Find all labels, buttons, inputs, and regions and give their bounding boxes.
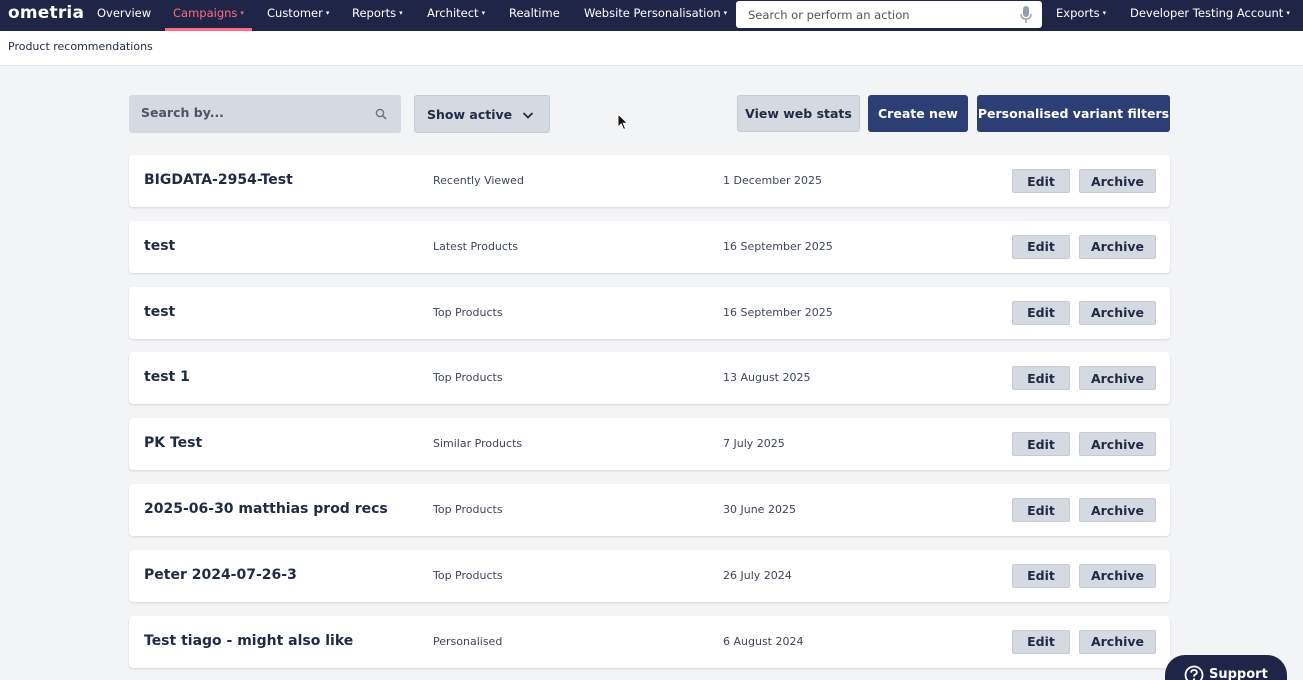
nav-account[interactable]: Developer Testing Account ▾ [1130, 0, 1290, 31]
nav-overview[interactable]: Overview [97, 0, 151, 31]
caret-down-icon: ▾ [240, 9, 244, 17]
global-search-input[interactable] [748, 7, 1018, 22]
list-item: 2025-06-30 matthias prod recs Top Product… [129, 484, 1170, 536]
recommendation-name[interactable]: 2025-06-30 matthias prod recs [144, 501, 388, 517]
recommendation-date: 7 July 2025 [723, 437, 785, 451]
recommendation-type: Latest Products [433, 239, 518, 253]
archive-button[interactable]: Archive [1079, 563, 1156, 588]
support-label: Support [1209, 667, 1268, 680]
recommendation-date: 1 December 2025 [723, 174, 823, 187]
nav-customer[interactable]: Customer ▾ [267, 0, 329, 31]
page-title: Product recommendations [8, 40, 153, 53]
recommendation-type: Similar Products [433, 437, 523, 451]
recommendation-date: 13 August 2025 [723, 371, 811, 385]
archive-button[interactable]: Archive [1079, 169, 1156, 193]
create-new-button[interactable]: Create new [868, 95, 968, 132]
search-icon [375, 108, 387, 120]
view-web-stats-button[interactable]: View web stats [737, 95, 860, 132]
recommendation-name[interactable]: BIGDATA-2954-Test [144, 172, 293, 188]
support-button[interactable]: Support [1165, 655, 1287, 680]
recommendation-type: Top Products [433, 568, 503, 582]
recommendation-name[interactable]: Test tiago - might also like [144, 633, 353, 649]
recommendation-type: Top Products [433, 503, 503, 516]
recommendation-type: Top Products [433, 371, 503, 385]
caret-down-icon: ▾ [325, 9, 330, 17]
caret-down-icon: ▾ [1286, 9, 1290, 17]
list-item: test Top Products 16 September 2025 Edit Arc… [129, 286, 1170, 339]
status-filter-value: Show active [427, 107, 513, 122]
list-item: PK Test Similar Products 7 July 2025 Edit Ar… [129, 418, 1170, 471]
global-search [736, 1, 1042, 28]
archive-button[interactable]: Archive [1079, 300, 1156, 325]
nav-reports[interactable]: Reports ▾ [352, 0, 403, 31]
nav-exports[interactable]: Exports ▾ [1056, 0, 1106, 31]
list-item: Peter 2024-07-26-3 Top Products 26 July 20… [129, 549, 1170, 602]
search-box [129, 95, 401, 133]
nav-realtime[interactable]: Realtime [509, 0, 560, 31]
edit-button[interactable]: Edit [1012, 498, 1070, 522]
list-item: BIGDATA-2954-Test Recently Viewed 1 Decemb… [129, 155, 1170, 207]
page-header: Product recommendations [0, 31, 1303, 66]
nav-architect[interactable]: Architect ▾ [427, 0, 485, 31]
edit-button[interactable]: Edit [1012, 366, 1070, 391]
recommendation-date: 16 September 2025 [723, 305, 833, 319]
recommendation-date: 6 August 2024 [723, 634, 804, 648]
archive-button[interactable]: Archive [1079, 432, 1156, 457]
recommendation-type: Top Products [433, 305, 503, 319]
mouse-cursor-icon [617, 113, 629, 131]
archive-button[interactable]: Archive [1079, 366, 1156, 391]
edit-button[interactable]: Edit [1012, 629, 1070, 654]
recommendation-name[interactable]: test [144, 238, 175, 254]
recommendation-type: Personalised [433, 634, 503, 648]
archive-button[interactable]: Archive [1079, 234, 1156, 259]
recommendation-name[interactable]: Peter 2024-07-26-3 [144, 567, 297, 583]
ometria-logo[interactable]: ometria [8, 3, 84, 23]
edit-button[interactable]: Edit [1012, 300, 1070, 325]
recommendation-date: 26 July 2024 [723, 568, 792, 582]
edit-button[interactable]: Edit [1012, 432, 1070, 457]
archive-button[interactable]: Archive [1079, 629, 1156, 654]
chevron-down-icon [522, 112, 534, 119]
recommendation-name[interactable]: test 1 [144, 369, 190, 385]
recommendation-name[interactable]: PK Test [144, 435, 202, 451]
edit-button[interactable]: Edit [1012, 169, 1070, 193]
caret-down-icon: ▾ [1102, 9, 1107, 17]
caret-down-icon: ▾ [481, 9, 486, 17]
edit-button[interactable]: Edit [1012, 234, 1070, 259]
list-item: Test tiago - might also like Personalised… [129, 615, 1170, 668]
search-input[interactable] [141, 105, 361, 120]
recommendation-name[interactable]: test [144, 304, 175, 320]
list-item: test Latest Products 16 September 2025 Edit… [129, 220, 1170, 273]
top-nav: ometria Overview Campaigns ▾ Customer ▾ Re… [0, 0, 1303, 31]
recommendation-date: 16 September 2025 [723, 239, 833, 253]
nav-website-personalisation[interactable]: Website Personalisation ▾ [584, 0, 727, 31]
list-item: test 1 Top Products 13 August 2025 Edit Arch… [129, 352, 1170, 405]
microphone-icon[interactable] [1019, 5, 1033, 24]
archive-button[interactable]: Archive [1079, 498, 1156, 522]
nav-campaigns[interactable]: Campaigns ▾ [165, 0, 252, 31]
edit-button[interactable]: Edit [1012, 563, 1070, 588]
recommendation-date: 30 June 2025 [723, 503, 796, 516]
caret-down-icon: ▾ [399, 9, 403, 17]
question-circle-icon [1184, 665, 1204, 680]
caret-down-icon: ▾ [723, 9, 728, 17]
personalised-variant-filters-button[interactable]: Personalised variant filters [977, 95, 1170, 132]
recommendation-type: Recently Viewed [433, 174, 524, 187]
status-filter-select[interactable]: Show active [414, 95, 550, 133]
